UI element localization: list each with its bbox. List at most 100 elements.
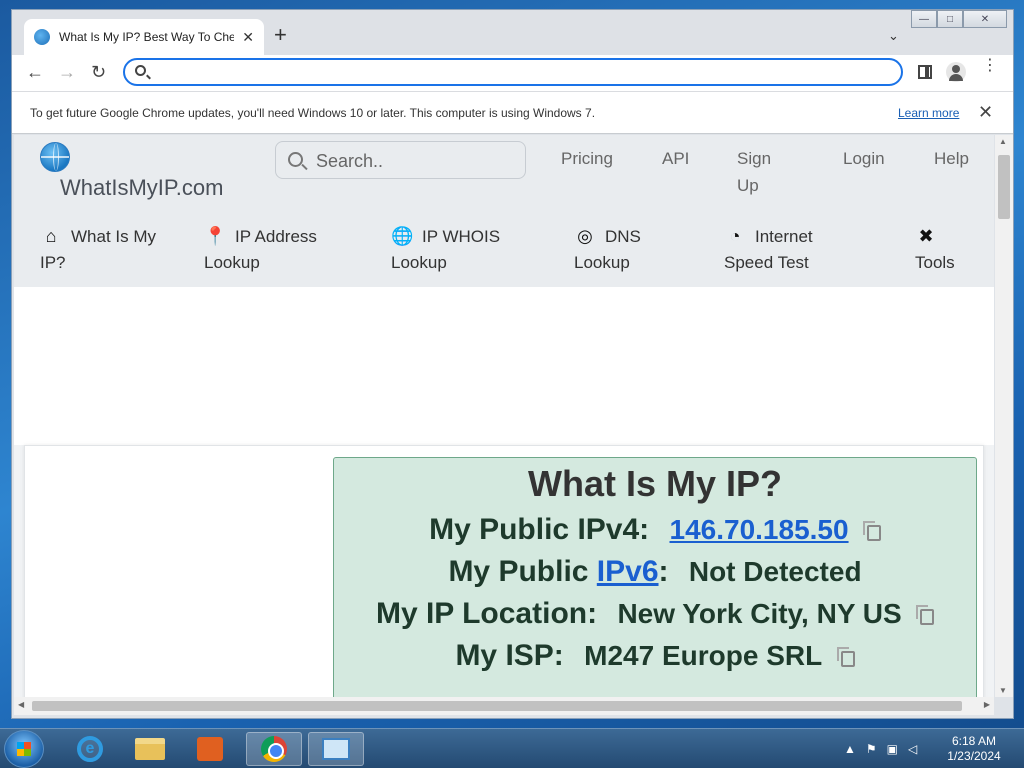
side-panel-icon[interactable]: [918, 65, 932, 79]
taskbar-remote-desktop[interactable]: [308, 732, 364, 766]
maximize-button[interactable]: □: [937, 10, 963, 28]
remote-desktop-icon: [322, 738, 350, 760]
internet-explorer-icon: e: [77, 736, 103, 762]
minimize-button[interactable]: —: [911, 10, 937, 28]
dns-icon: ◎: [577, 226, 593, 246]
infobar-close-icon[interactable]: ✕: [978, 102, 993, 123]
tray-expand-icon[interactable]: ▲: [844, 742, 856, 756]
forward-button[interactable]: →: [58, 62, 76, 82]
sign-up-link[interactable]: Sign Up: [737, 145, 787, 199]
taskbar: e ▲ ⚑ ▣ ◁ 6:18 AM 1/23/2024: [0, 728, 1024, 768]
scroll-right-icon[interactable]: ▶: [984, 700, 990, 709]
speedometer-icon: ◔: [729, 226, 741, 246]
media-player-icon: [197, 737, 223, 761]
nav-ip-address-lookup[interactable]: 📍 IP Address Lookup: [204, 223, 354, 276]
login-link[interactable]: Login: [843, 145, 885, 172]
ipv4-value-link[interactable]: 146.70.185.50: [670, 514, 849, 545]
home-icon: ⌂: [45, 226, 57, 246]
folder-icon: [135, 738, 165, 760]
site-search-box[interactable]: [275, 141, 526, 179]
card-heading: What Is My IP?: [527, 463, 783, 504]
new-tab-button[interactable]: +: [274, 24, 287, 46]
api-link[interactable]: API: [662, 145, 689, 172]
profile-avatar-icon[interactable]: [946, 62, 966, 82]
ipv4-row: My Public IPv4: 146.70.185.50: [334, 513, 976, 547]
scroll-thumb[interactable]: [998, 155, 1010, 219]
ipv6-label-prefix: My Public: [448, 555, 597, 588]
tools-icon: ✖: [918, 226, 934, 246]
search-icon: [288, 152, 303, 167]
nav-internet-speed-test[interactable]: ◔ Internet Speed Test: [724, 223, 864, 276]
favicon-icon: [34, 29, 50, 45]
isp-label: My ISP:: [455, 639, 564, 672]
tab-strip: What Is My IP? Best Way To Chec ✕ + ⌄ — …: [12, 10, 1013, 55]
help-link[interactable]: Help: [934, 145, 969, 172]
scroll-up-icon[interactable]: ▲: [999, 137, 1007, 146]
window-controls: — □ ✕: [911, 10, 1007, 28]
taskbar-chrome[interactable]: [246, 732, 302, 766]
nav-dns-lookup[interactable]: ◎ DNS Lookup: [574, 223, 684, 276]
location-label: My IP Location:: [375, 597, 598, 630]
site-logo[interactable]: WhatIsMyIP.com: [60, 175, 223, 201]
clock-time: 6:18 AM: [951, 734, 997, 748]
taskbar-clock[interactable]: 6:18 AM 1/23/2024: [938, 734, 1010, 764]
chrome-window: What Is My IP? Best Way To Chec ✕ + ⌄ — …: [11, 9, 1014, 719]
start-button[interactable]: [4, 730, 44, 768]
copy-icon[interactable]: [916, 605, 935, 625]
logo-globe-icon[interactable]: [40, 142, 70, 172]
tab-close-icon[interactable]: ✕: [242, 29, 254, 46]
globe-icon: 🌐: [391, 226, 414, 246]
ad-space: [14, 287, 994, 445]
ipv6-link[interactable]: IPv6: [597, 555, 659, 588]
isp-value: M247 Europe SRL: [584, 640, 823, 671]
isp-row: My ISP: M247 Europe SRL: [334, 639, 976, 673]
site-header: WhatIsMyIP.com Pricing API Sign Up Login…: [14, 135, 994, 287]
scroll-down-icon[interactable]: ▼: [999, 686, 1007, 695]
reload-button[interactable]: ↻: [91, 62, 106, 82]
scroll-thumb[interactable]: [32, 701, 962, 711]
pricing-link[interactable]: Pricing: [561, 145, 613, 172]
nav-tools[interactable]: ✖ Tools: [915, 223, 985, 276]
browser-menu-icon[interactable]: ⋮: [982, 58, 998, 74]
location-value: New York City, NY US: [617, 598, 902, 629]
ip-info-card: What Is My IP? My Public IPv4: 146.70.18…: [333, 457, 977, 697]
ipv6-label-suffix: :: [658, 555, 669, 588]
tab-title: What Is My IP? Best Way To Chec: [59, 30, 235, 44]
content-panel: What Is My IP? My Public IPv4: 146.70.18…: [24, 445, 984, 697]
scroll-left-icon[interactable]: ◀: [18, 700, 24, 709]
learn-more-link[interactable]: Learn more: [898, 106, 959, 120]
action-center-icon[interactable]: ⚑: [866, 742, 877, 756]
map-pin-icon: 📍: [204, 226, 227, 246]
ipv6-row: My Public IPv6: Not Detected: [334, 555, 976, 589]
nav-ip-whois-lookup[interactable]: 🌐 IP WHOIS Lookup: [391, 223, 531, 276]
browser-tab[interactable]: What Is My IP? Best Way To Chec ✕: [24, 19, 264, 55]
back-button[interactable]: ←: [26, 62, 44, 82]
taskbar-internet-explorer[interactable]: e: [62, 732, 118, 766]
nav-label: Tools: [915, 253, 955, 272]
location-row: My IP Location: New York City, NY US: [334, 597, 976, 631]
copy-icon[interactable]: [862, 521, 881, 541]
copy-icon[interactable]: [836, 647, 855, 667]
address-bar[interactable]: [123, 58, 903, 86]
update-infobar: To get future Google Chrome updates, you…: [12, 91, 1013, 134]
close-window-button[interactable]: ✕: [963, 10, 1007, 28]
ipv4-label: My Public IPv4:: [429, 513, 650, 546]
clock-date: 1/23/2024: [947, 749, 1001, 763]
page-viewport: WhatIsMyIP.com Pricing API Sign Up Login…: [14, 135, 994, 697]
infobar-message: To get future Google Chrome updates, you…: [30, 106, 596, 120]
volume-muted-icon[interactable]: ◁: [908, 742, 917, 756]
tab-search-chevron-icon[interactable]: ⌄: [888, 28, 899, 44]
chrome-icon: [261, 736, 287, 762]
taskbar-media-player[interactable]: [182, 732, 238, 766]
vertical-scrollbar[interactable]: ▲ ▼: [995, 135, 1013, 697]
horizontal-scrollbar[interactable]: ◀ ▶: [14, 697, 994, 715]
network-icon[interactable]: ▣: [887, 742, 898, 756]
browser-toolbar: ← → ↻ ⋮: [12, 55, 1013, 91]
site-search-input[interactable]: [316, 150, 516, 172]
address-input[interactable]: [155, 63, 885, 81]
search-icon: [135, 65, 146, 76]
taskbar-file-explorer[interactable]: [122, 732, 178, 766]
ipv6-value: Not Detected: [688, 556, 862, 587]
system-tray: ▲ ⚑ ▣ ◁: [844, 729, 927, 768]
nav-what-is-my-ip[interactable]: ⌂ What Is My IP?: [40, 223, 160, 276]
